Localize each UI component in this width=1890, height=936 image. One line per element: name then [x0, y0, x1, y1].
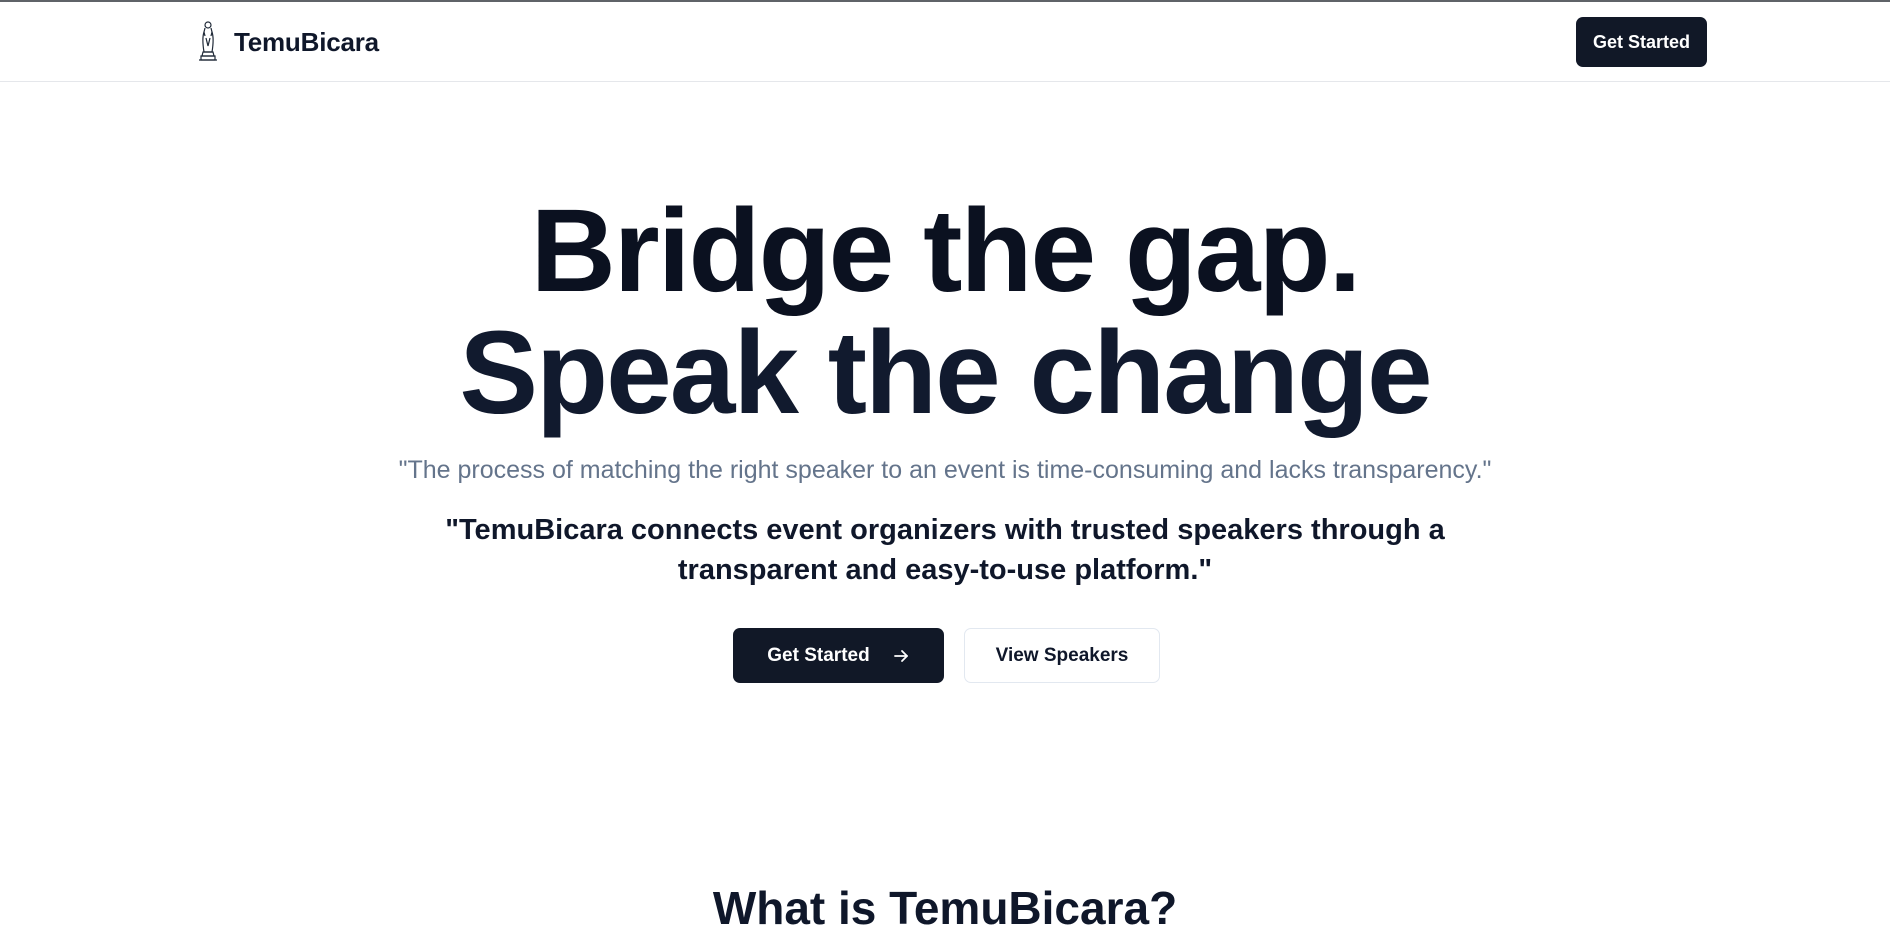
hero-lead-text: "TemuBicara connects event organizers wi… — [445, 514, 1445, 586]
statue-logo-icon — [199, 21, 217, 61]
hero-get-started-button[interactable]: Get Started — [733, 628, 944, 683]
brand-link[interactable]: TemuBicara — [196, 20, 379, 64]
brand-name: TemuBicara — [234, 26, 379, 57]
hero-headline: Bridge the gap. Speak the change — [0, 190, 1890, 434]
hero-headline-line-1: Bridge the gap. — [530, 185, 1362, 317]
about-section-title: What is TemuBicara? — [712, 882, 1178, 934]
view-speakers-button[interactable]: View Speakers — [964, 628, 1160, 683]
navbar: TemuBicara Get Started — [0, 2, 1890, 82]
arrow-right-icon — [893, 649, 908, 662]
hero-get-started-label: Get Started — [767, 644, 870, 666]
hero-problem-quote: "The process of matching the right speak… — [398, 456, 1492, 484]
hero-headline-line-2: Speak the change — [459, 307, 1432, 439]
nav-get-started-button[interactable]: Get Started — [1576, 17, 1707, 67]
